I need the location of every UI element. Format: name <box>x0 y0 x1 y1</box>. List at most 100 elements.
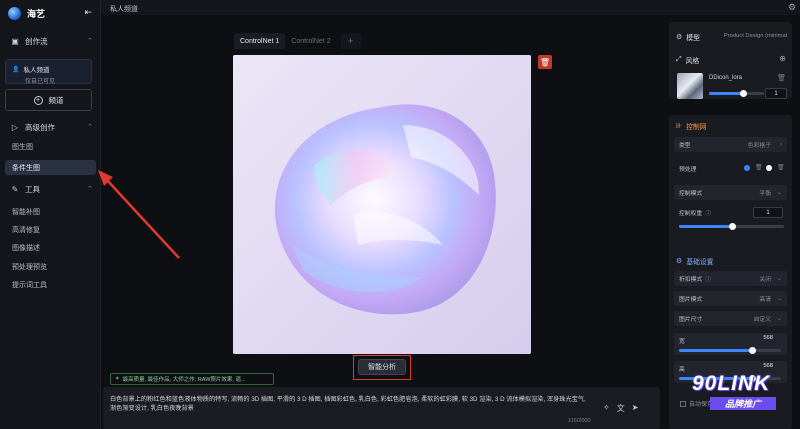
chevron-down-icon: ⌄ <box>776 316 782 322</box>
controlnet-type-row[interactable]: 类型 色彩格子 › <box>674 137 787 152</box>
collapse-sidebar-icon[interactable]: ⇤ <box>84 7 92 18</box>
slider-knob[interactable] <box>729 223 736 230</box>
lora-weight-slider[interactable] <box>709 90 764 97</box>
delete-icon[interactable]: 🗑 <box>538 55 552 69</box>
sidebar-item-tool[interactable]: 图像描述 <box>5 240 96 255</box>
info-icon[interactable]: ⓘ <box>705 274 711 283</box>
brand-name: 海艺 <box>27 8 46 19</box>
checkbox-box[interactable] <box>680 400 686 407</box>
controlnet-header[interactable]: ⊪ 控制网 <box>676 121 707 131</box>
row-label: 图片尺寸 <box>679 317 703 323</box>
controlnet-label: 控制网 <box>686 124 707 131</box>
nav-section-label: 创作流 <box>25 36 48 46</box>
image-mode-row[interactable]: 图片模式 高清 ⌄ <box>674 291 787 306</box>
private-channel-card[interactable]: 👤 私人频道 仅自己可见 <box>5 59 92 85</box>
channel-button-label: 频道 <box>48 95 64 105</box>
user-icon: 👤 <box>12 66 20 73</box>
preprocess-row: 预处理 🗑 🗑 <box>674 161 787 176</box>
brand[interactable]: 海艺 ⇤ <box>8 5 96 21</box>
send-icon[interactable]: ➤ <box>632 403 639 414</box>
nav-section-advanced[interactable]: ▷ 高级创作 ⌃ <box>0 119 101 135</box>
preview-toggle[interactable] <box>766 165 772 171</box>
model-header[interactable]: ⚙ 模型 <box>676 32 700 42</box>
slider-fill <box>709 92 742 95</box>
plus-circle-icon: + <box>33 95 43 105</box>
magic-wand-icon[interactable]: ✧ <box>603 403 610 414</box>
chevron-up-icon: ⌃ <box>87 186 93 193</box>
lora-weight-input[interactable]: 1 <box>765 88 787 99</box>
watermark-logo: 90LINK 品牌推广 <box>692 372 800 429</box>
row-label: 折扣模式 <box>679 277 703 283</box>
prompt-actions: ✧ 文 ➤ <box>603 403 638 414</box>
chevron-down-icon: ⌄ <box>776 276 782 282</box>
nav-section-tools[interactable]: ✎ 工具 ⌃ <box>0 181 101 197</box>
sidebar: 海艺 ⇤ ▣ 创作流 ⌃ 👤 私人频道 仅自己可见 + 频道 ▷ 高级创作 ⌃ 图… <box>0 0 101 429</box>
channel-subtitle: 仅自己可见 <box>25 79 56 85</box>
sidebar-item-img2img[interactable]: 图生图 <box>5 139 96 154</box>
slider-knob[interactable] <box>740 90 747 97</box>
sidebar-item-tool[interactable]: 提示词工具 <box>5 277 96 292</box>
sidebar-item-label: 预处理预览 <box>12 263 47 271</box>
prompt-text[interactable]: 白色背景上的粉红色和蓝色液体物质的特写, 流畅的 3D 插图, 平滑的 3 D … <box>110 395 590 413</box>
chevron-down-icon: ⌄ <box>776 190 782 196</box>
delete-icon[interactable]: 🗑 <box>755 164 763 171</box>
row-label: 类型 <box>679 143 691 149</box>
highlight-frame <box>353 355 411 380</box>
channel-button[interactable]: + 频道 <box>5 89 92 111</box>
sidebar-item-label: 图像描述 <box>12 244 40 252</box>
row-value: 色彩格子 <box>747 143 771 149</box>
add-tab-button[interactable]: + <box>340 33 361 49</box>
row-value: 平衡 <box>759 191 771 197</box>
preprocess-toggle[interactable] <box>744 165 750 171</box>
chevron-down-icon: ⌄ <box>776 296 782 302</box>
logo-icon <box>8 6 21 20</box>
nav-section-label: 工具 <box>25 184 40 194</box>
chevron-up-icon: ⌃ <box>87 38 93 45</box>
slider-knob[interactable] <box>749 347 756 354</box>
row-label: 预处理 <box>679 167 697 173</box>
control-weight-slider[interactable] <box>679 223 784 230</box>
prompt-input[interactable]: 白色背景上的粉红色和蓝色液体物质的特写, 流畅的 3D 插图, 平滑的 3 D … <box>103 387 660 429</box>
sidebar-item-label: 图生图 <box>12 143 33 151</box>
sidebar-item-tool[interactable]: 预处理预览 <box>5 259 96 274</box>
add-icon[interactable]: ⊕ <box>779 54 786 63</box>
row-value: 高清 <box>759 297 771 303</box>
main-workspace: ControlNet 1 ControlNet 2 + 🗑 智能分析 ✦ 最高质… <box>101 15 662 429</box>
gear-icon[interactable]: ⚙ <box>788 2 798 12</box>
height-value[interactable]: 568 <box>763 363 773 369</box>
translate-icon[interactable]: 文 <box>617 403 625 414</box>
tab-controlnet-1[interactable]: ControlNet 1 <box>234 33 286 49</box>
nav-section-workflow[interactable]: ▣ 创作流 ⌃ <box>0 33 101 49</box>
tab-controlnet-2[interactable]: ControlNet 2 <box>285 33 336 49</box>
hires-mode-row[interactable]: 折扣模式 ⓘ 关闭 ⌄ <box>674 271 787 286</box>
basic-settings-header[interactable]: ⚙ 基础设置 <box>676 256 713 266</box>
row-label: 宽 <box>679 339 685 345</box>
style-header: ⤢ 风格 <box>676 55 699 65</box>
chevron-right-icon: › <box>780 141 782 148</box>
delete-icon[interactable]: 🗑 <box>777 74 786 82</box>
info-icon[interactable]: ⓘ <box>705 208 711 217</box>
width-value[interactable]: 568 <box>763 335 773 341</box>
width-slider[interactable] <box>679 347 781 354</box>
delete-icon[interactable]: 🗑 <box>777 164 785 171</box>
controlnet-card: ⊪ 控制网 类型 色彩格子 › 预处理 🗑 🗑 控制模式 平衡 ⌄ 控制权重 ⓘ… <box>669 115 792 260</box>
sidebar-item-label: 提示词工具 <box>12 281 47 289</box>
slider-fill <box>679 349 753 352</box>
row-value: 自定义 <box>753 317 771 323</box>
model-select[interactable]: Product Design (minimal <box>724 33 787 39</box>
quality-tag-chip[interactable]: ✦ 最高质量, 最佳作品, 大师之作, RAW照片效果, 逼... <box>110 373 274 385</box>
control-mode-row[interactable]: 控制模式 平衡 ⌄ <box>674 185 787 200</box>
fluid-orb-image <box>233 55 531 354</box>
settings-icon: ⚙ <box>676 258 683 265</box>
top-bar: 私人频道 ⚙ <box>101 0 800 15</box>
sidebar-item-conditional[interactable]: 条件生图 <box>5 160 96 175</box>
sidebar-item-tool[interactable]: 智能补图 <box>5 204 96 219</box>
watermark-main: 90LINK <box>692 372 771 395</box>
image-size-row[interactable]: 图片尺寸 自定义 ⌄ <box>674 311 787 326</box>
sidebar-item-label: 高清修复 <box>12 226 40 234</box>
basic-settings-label: 基础设置 <box>686 259 714 266</box>
sidebar-item-tool[interactable]: 高清修复 <box>5 222 96 237</box>
nav-section-label: 高级创作 <box>25 122 55 132</box>
reference-image[interactable] <box>233 55 531 354</box>
control-weight-input[interactable]: 1 <box>753 207 783 218</box>
